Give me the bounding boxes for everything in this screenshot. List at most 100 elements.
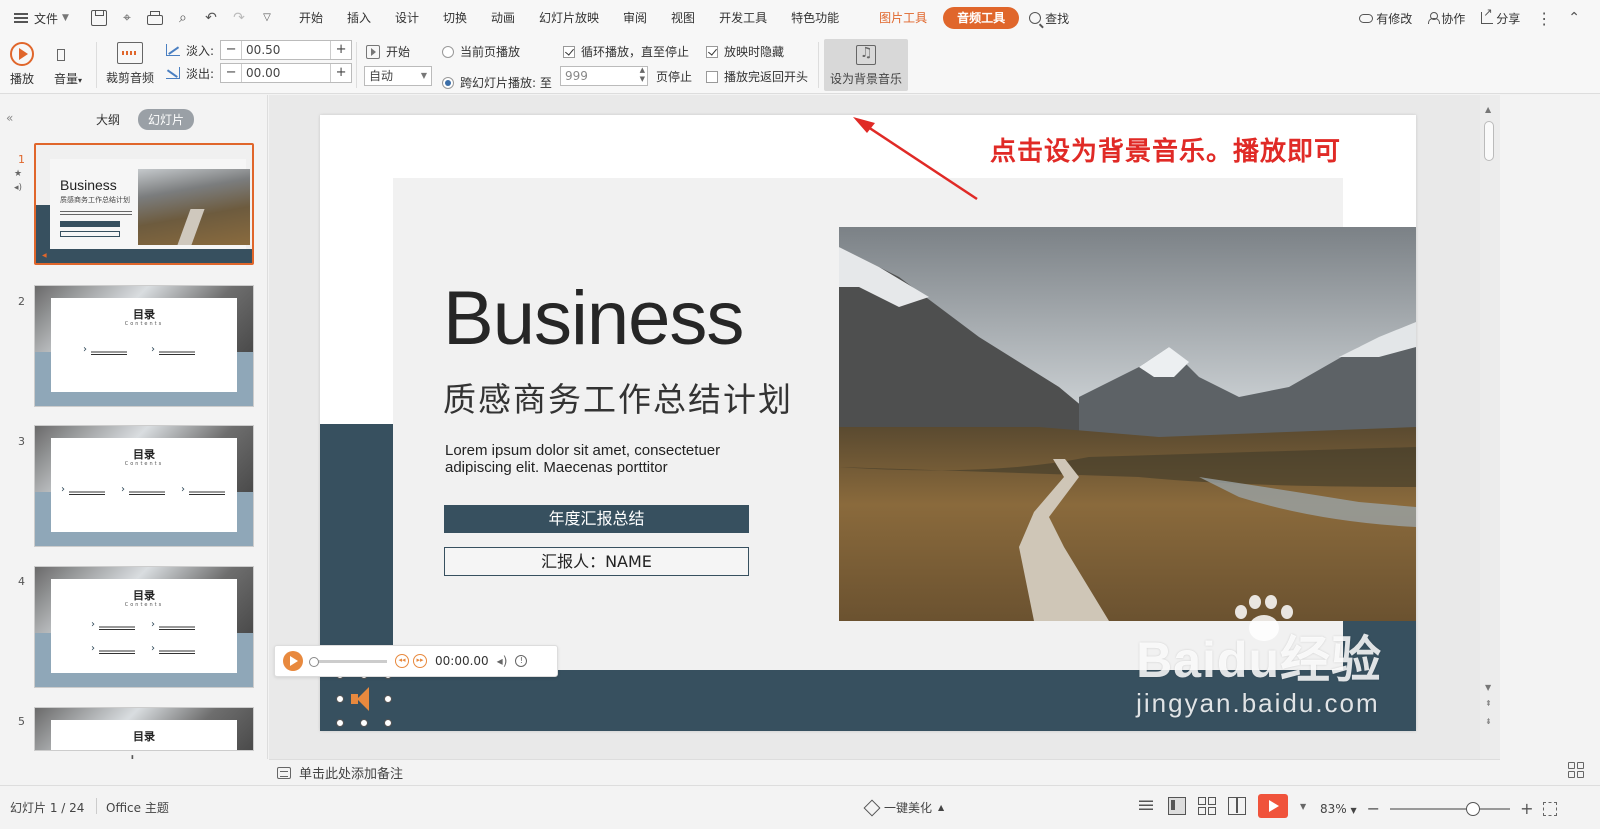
resize-handle[interactable] <box>336 695 344 703</box>
save-icon[interactable] <box>90 10 107 26</box>
resize-handle[interactable] <box>336 719 344 727</box>
fast-forward-icon[interactable]: ▸▸ <box>413 654 427 668</box>
undo-icon[interactable]: ↶ <box>203 10 219 26</box>
fade-in-spinner[interactable]: − 00.50 + <box>220 40 353 60</box>
speaker-icon <box>351 687 377 711</box>
beautify-button[interactable]: 一键美化 ▲ <box>863 799 944 816</box>
fade-out-decrement[interactable]: − <box>221 64 241 82</box>
stop-page-input[interactable]: 999 ▲ ▼ <box>560 66 648 86</box>
zoom-level[interactable]: 83% ▼ <box>1320 802 1357 816</box>
tab-review[interactable]: 审阅 <box>611 0 659 36</box>
set-background-music-button[interactable]: 设为背景音乐 <box>824 39 908 91</box>
tab-animation[interactable]: 动画 <box>479 0 527 36</box>
next-slide-icon[interactable]: ⇟ <box>1485 717 1492 726</box>
add-slide-button[interactable]: + <box>124 749 141 759</box>
tab-special-features[interactable]: 特色功能 <box>779 0 851 36</box>
player-volume-icon[interactable]: ◂) <box>497 654 508 668</box>
rewind-checkbox[interactable] <box>706 70 718 83</box>
zoom-in-icon[interactable]: + <box>1520 799 1533 818</box>
collaborate-button[interactable]: 协作 <box>1428 10 1465 27</box>
volume-button[interactable]: 音量▾ <box>54 42 82 87</box>
trim-audio-button[interactable]: 裁剪音频 <box>106 42 154 86</box>
modified-button[interactable]: 有修改 <box>1359 10 1412 27</box>
player-play-button[interactable] <box>283 651 303 671</box>
reading-view-icon[interactable] <box>1228 797 1246 815</box>
zoom-slider[interactable] <box>1390 801 1511 816</box>
current-page-option[interactable]: 当前页播放 <box>442 43 520 60</box>
mountain-photo[interactable] <box>839 227 1416 621</box>
fade-out-value[interactable]: 00.00 <box>241 64 332 82</box>
slide-thumbnail-3[interactable]: 目录 Contents <box>34 425 254 547</box>
cross-slide-option[interactable]: 跨幻灯片播放: 至 <box>442 74 552 91</box>
tab-audio-tools[interactable]: 音频工具 <box>943 7 1020 29</box>
slide-title[interactable]: Business <box>443 275 744 362</box>
reporter-box[interactable]: 汇报人：NAME <box>444 547 749 576</box>
tab-developer[interactable]: 开发工具 <box>707 0 779 36</box>
previous-slide-icon[interactable]: ⇞ <box>1485 699 1492 708</box>
fade-out-spinner[interactable]: − 00.00 + <box>220 63 353 83</box>
rewind-icon[interactable]: ◂◂ <box>395 654 409 668</box>
tab-insert[interactable]: 插入 <box>335 0 383 36</box>
file-menu[interactable]: 文件 ▼ <box>0 0 79 36</box>
format-painter-icon[interactable]: ⌖ <box>119 10 135 26</box>
fade-in-value[interactable]: 00.50 <box>241 41 332 59</box>
player-progress-slider[interactable] <box>309 656 387 667</box>
tab-slides[interactable]: 幻灯片 <box>138 109 195 130</box>
fade-out-increment[interactable]: + <box>331 64 351 82</box>
tab-view[interactable]: 视图 <box>659 0 707 36</box>
slideshow-play-button[interactable] <box>1258 794 1288 818</box>
audio-object[interactable] <box>336 671 392 727</box>
print-icon[interactable] <box>146 10 163 25</box>
search-button[interactable]: 查找 <box>1029 10 1069 27</box>
fade-in-increment[interactable]: + <box>331 41 351 59</box>
vertical-scrollbar[interactable]: ▲ ▼ ⇞ ⇟ <box>1480 95 1500 759</box>
hide-checkbox[interactable] <box>706 45 718 58</box>
notes-view-icon[interactable] <box>1138 797 1156 815</box>
chevron-down-icon[interactable]: ▼ <box>1300 802 1306 811</box>
rewind-option[interactable]: 播放完返回开头 <box>706 68 808 85</box>
customize-dropdown-icon[interactable]: ▽ <box>259 10 275 26</box>
scroll-up-icon[interactable]: ▲ <box>1485 105 1491 114</box>
play-button[interactable]: 播放 <box>10 42 34 87</box>
slide-thumbnail-2[interactable]: 目录 Contents <box>34 285 254 407</box>
tab-transitions[interactable]: 切换 <box>431 0 479 36</box>
resize-handle[interactable] <box>384 719 392 727</box>
start-mode-select[interactable]: 自动 ▼ <box>364 66 432 86</box>
cross-slide-radio[interactable] <box>442 76 454 89</box>
annual-report-box[interactable]: 年度汇报总结 <box>444 505 749 533</box>
collapse-pane-icon[interactable]: « <box>6 111 13 125</box>
zoom-out-icon[interactable]: − <box>1367 799 1380 818</box>
resize-handle[interactable] <box>360 719 368 727</box>
theme-name[interactable]: Office 主题 <box>106 799 169 816</box>
player-info-icon[interactable]: ! <box>515 655 528 667</box>
stepper-arrows-icon[interactable]: ▲ ▼ <box>640 66 645 84</box>
slide-subtitle[interactable]: 质感商务工作总结计划 <box>443 373 793 421</box>
slide-sorter-icon[interactable] <box>1198 797 1216 815</box>
more-icon[interactable]: ⋮ <box>1536 9 1552 28</box>
slide-thumbnail-4[interactable]: 目录 Contents <box>34 566 254 688</box>
hide-option[interactable]: 放映时隐藏 <box>706 43 784 60</box>
tab-design[interactable]: 设计 <box>383 0 431 36</box>
loop-option[interactable]: 循环播放，直至停止 <box>563 43 689 60</box>
loop-checkbox[interactable] <box>563 45 575 58</box>
slide-body-text[interactable]: Lorem ipsum dolor sit amet, consectetuer… <box>445 442 775 476</box>
tab-picture-tools[interactable]: 图片工具 <box>867 0 939 36</box>
slide-thumbnail-1[interactable]: Business 质感商务工作总结计划 ◀ <box>34 143 254 265</box>
scroll-down-icon[interactable]: ▼ <box>1485 683 1491 692</box>
tab-outline[interactable]: 大纲 <box>86 109 130 130</box>
notes-bar[interactable]: 单击此处添加备注 <box>269 759 1500 785</box>
fade-in-decrement[interactable]: − <box>221 41 241 59</box>
normal-view-icon[interactable] <box>1168 797 1186 815</box>
tab-home[interactable]: 开始 <box>287 0 335 36</box>
share-button[interactable]: 分享 <box>1481 6 1520 27</box>
task-pane-icon[interactable] <box>1568 762 1584 778</box>
redo-icon[interactable]: ↷ <box>231 10 247 26</box>
current-page-radio[interactable] <box>442 45 454 58</box>
fit-window-icon[interactable] <box>1543 801 1558 816</box>
tab-slideshow[interactable]: 幻灯片放映 <box>527 0 611 36</box>
scrollbar-thumb[interactable] <box>1484 121 1494 161</box>
collapse-ribbon-icon[interactable]: ⌃ <box>1568 10 1580 26</box>
print-preview-icon[interactable]: ⌕ <box>175 10 191 26</box>
resize-handle[interactable] <box>384 695 392 703</box>
slide-thumbnail-5[interactable]: 目录 <box>34 707 254 751</box>
